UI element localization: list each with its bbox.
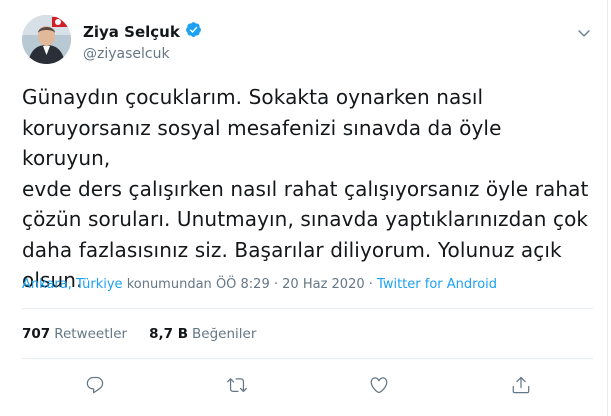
divider bbox=[22, 308, 593, 309]
chevron-down-icon[interactable] bbox=[576, 25, 592, 41]
location-suffix: konumundan bbox=[126, 277, 212, 292]
tweet-text: Günaydın çocuklarım. Sokakta oynarken na… bbox=[22, 85, 589, 292]
avatar[interactable] bbox=[22, 15, 71, 64]
likes-count: 8,7 B bbox=[149, 326, 189, 342]
location-link[interactable]: Ankara, Türkiye bbox=[22, 277, 123, 292]
tweet-header: Ziya Selçuk @ziyaselcuk bbox=[22, 15, 592, 67]
retweets-label: Retweetler bbox=[54, 326, 128, 342]
source-link[interactable]: Twitter for Android bbox=[377, 277, 497, 292]
author-handle[interactable]: @ziyaselcuk bbox=[83, 45, 202, 64]
tweet-stats: 707 Retweetler 8,7 B Beğeniler bbox=[22, 326, 256, 342]
tweet-actions bbox=[22, 372, 593, 398]
retweet-icon[interactable] bbox=[224, 372, 250, 398]
likes-stat[interactable]: 8,7 B Beğeniler bbox=[149, 326, 256, 342]
retweets-count: 707 bbox=[22, 326, 51, 342]
retweets-stat[interactable]: 707 Retweetler bbox=[22, 326, 127, 342]
share-icon[interactable] bbox=[508, 372, 534, 398]
likes-label: Beğeniler bbox=[192, 326, 257, 342]
author-names: Ziya Selçuk @ziyaselcuk bbox=[83, 21, 202, 64]
tweet-meta: Ankara, Türkiye konumundan ÖÖ 8:29 · 20 … bbox=[22, 276, 497, 294]
like-icon[interactable] bbox=[366, 372, 392, 398]
author-display-name-row[interactable]: Ziya Selçuk bbox=[83, 21, 202, 43]
meta-separator: · bbox=[273, 277, 279, 292]
divider bbox=[22, 358, 593, 359]
reply-icon[interactable] bbox=[82, 372, 108, 398]
tweet-card: Ziya Selçuk @ziyaselcuk Günaydın çocukla… bbox=[0, 0, 608, 416]
tweet-time[interactable]: ÖÖ 8:29 bbox=[216, 277, 270, 292]
author-display-name[interactable]: Ziya Selçuk bbox=[83, 23, 180, 42]
verified-badge-icon bbox=[185, 21, 202, 43]
tweet-date[interactable]: 20 Haz 2020 bbox=[282, 277, 364, 292]
meta-separator-2: · bbox=[368, 277, 373, 292]
